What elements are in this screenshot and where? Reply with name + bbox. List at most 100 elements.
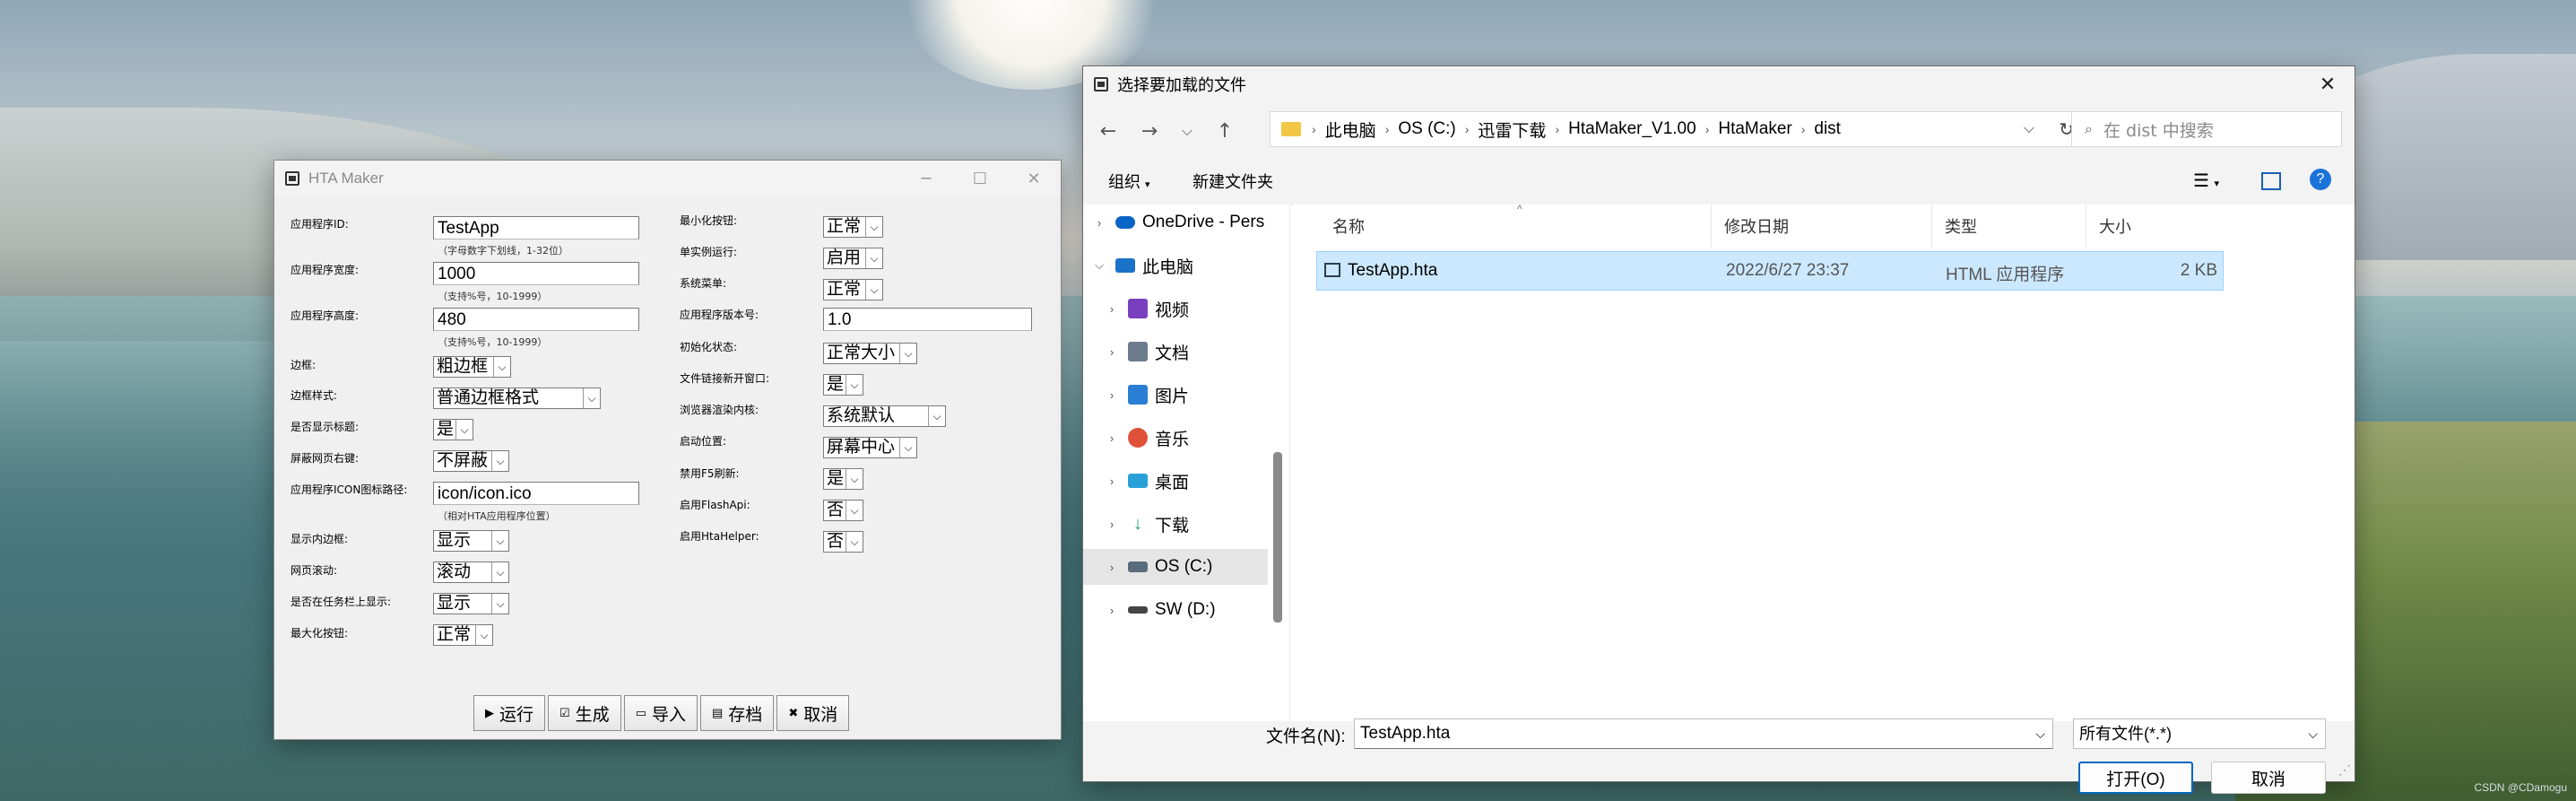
- chevron-down-icon: ⌵: [865, 217, 882, 237]
- breadcrumb-item[interactable]: HtaMaker_V1.00: [1568, 119, 1696, 139]
- maximize-button-label: 最大化按钮:: [291, 627, 349, 640]
- back-arrow-icon[interactable]: ←: [1092, 115, 1124, 147]
- breadcrumb-item[interactable]: OS (C:): [1398, 119, 1455, 139]
- music-icon: [1128, 428, 1148, 448]
- chevron-down-icon: ⌵: [928, 406, 945, 426]
- recent-chevron-icon[interactable]: ⌵: [1171, 115, 1203, 147]
- system-menu-select[interactable]: 正常 ⌵: [823, 279, 883, 300]
- drive-icon: [1128, 606, 1148, 614]
- nav-item-drive-d[interactable]: › SW (D:): [1105, 592, 1302, 628]
- chevron-down-icon: ⌵: [846, 375, 863, 395]
- nav-item-desktop[interactable]: › 桌面: [1105, 463, 1302, 499]
- minimize-icon[interactable]: ─: [899, 161, 953, 196]
- htahelper-select[interactable]: 否 ⌵: [823, 531, 863, 553]
- block-rightclick-select[interactable]: 不屏蔽 ⌵: [433, 450, 509, 472]
- chevron-down-icon[interactable]: ⌵: [2024, 121, 2034, 137]
- border-style-select[interactable]: 普通边框格式 ⌵: [433, 387, 601, 409]
- column-header-name[interactable]: 名称: [1332, 205, 1365, 248]
- app-height-input[interactable]: 480: [433, 308, 639, 331]
- border-style-label: 边框样式:: [291, 389, 338, 402]
- open-button[interactable]: 打开(O): [2078, 762, 2193, 794]
- filename-input[interactable]: TestApp.hta ⌵: [1354, 718, 2053, 749]
- border-label: 边框:: [291, 359, 317, 371]
- inner-border-select[interactable]: 显示 ⌵: [433, 530, 509, 552]
- minimize-button-select[interactable]: 正常 ⌵: [823, 216, 883, 238]
- close-icon[interactable]: ✕: [1007, 161, 1061, 196]
- organize-menu[interactable]: 组织 ▾: [1108, 170, 1150, 193]
- maximize-button-select[interactable]: 正常 ⌵: [433, 624, 493, 646]
- breadcrumb-item[interactable]: HtaMaker: [1718, 119, 1791, 139]
- preview-pane-icon[interactable]: [2261, 172, 2281, 190]
- engine-label: 浏览器渲染内核:: [680, 404, 759, 416]
- chevron-right-icon: ›: [1097, 215, 1102, 230]
- breadcrumb-item[interactable]: 迅雷下载: [1478, 118, 1546, 142]
- desktop-icon: [1128, 474, 1148, 488]
- chevron-down-icon[interactable]: ⌵: [2035, 719, 2045, 748]
- disable-f5-select[interactable]: 是 ⌵: [823, 468, 863, 490]
- single-instance-select[interactable]: 启用 ⌵: [823, 248, 883, 269]
- version-label: 应用程序版本号:: [680, 309, 759, 321]
- breadcrumb-item[interactable]: dist: [1814, 119, 1841, 139]
- close-icon[interactable]: ✕: [2301, 66, 2355, 102]
- computer-icon: [1115, 258, 1135, 273]
- app-id-input[interactable]: TestApp: [433, 216, 639, 239]
- up-arrow-icon[interactable]: ↑: [1209, 115, 1241, 147]
- nav-item-this-pc[interactable]: ⌵ 此电脑: [1092, 248, 1289, 283]
- chevron-down-icon: ⌵: [1095, 258, 1104, 272]
- dialog-cancel-button[interactable]: 取消: [2211, 762, 2326, 794]
- chevron-down-icon: ⌵: [846, 501, 863, 520]
- taskbar-select[interactable]: 显示 ⌵: [433, 593, 509, 614]
- file-size: 2 KB: [2180, 261, 2217, 280]
- show-title-select[interactable]: 是 ⌵: [433, 419, 473, 440]
- maximize-icon[interactable]: ☐: [953, 161, 1007, 196]
- import-button[interactable]: ▭ 导入: [623, 695, 698, 731]
- chevron-down-icon: ⌵: [846, 469, 863, 489]
- column-divider[interactable]: [1711, 205, 1712, 248]
- filetype-select[interactable]: 所有文件(*.*) ⌵: [2073, 718, 2326, 749]
- new-window-select[interactable]: 是 ⌵: [823, 374, 863, 396]
- search-input[interactable]: ⌕ 在 dist 中搜索: [2071, 111, 2342, 147]
- breadcrumb-item[interactable]: 此电脑: [1325, 118, 1376, 142]
- nav-item-documents[interactable]: › 文档: [1105, 334, 1302, 370]
- resize-grip-icon[interactable]: ⋰: [2338, 762, 2351, 778]
- nav-item-onedrive[interactable]: › OneDrive - Pers: [1092, 205, 1289, 240]
- column-header-date[interactable]: 修改日期: [1724, 205, 1789, 248]
- icon-path-input[interactable]: icon/icon.ico: [433, 482, 639, 505]
- cancel-button[interactable]: ✖ 取消: [776, 695, 850, 731]
- build-button[interactable]: ☑ 生成: [548, 695, 621, 731]
- forward-arrow-icon[interactable]: →: [1133, 115, 1166, 147]
- column-header-type[interactable]: 类型: [1945, 205, 1977, 248]
- init-state-label: 初始化状态:: [680, 341, 738, 353]
- system-menu-label: 系统菜单:: [680, 277, 727, 290]
- version-input[interactable]: 1.0: [823, 308, 1032, 331]
- new-folder-button[interactable]: 新建文件夹: [1193, 170, 1273, 193]
- scroll-select[interactable]: 滚动 ⌵: [433, 562, 509, 583]
- show-title-label: 是否显示标题:: [291, 421, 360, 433]
- nav-item-pictures[interactable]: › 图片: [1105, 377, 1302, 413]
- help-icon[interactable]: ?: [2310, 169, 2331, 190]
- disable-f5-label: 禁用F5刷新:: [680, 467, 740, 480]
- nav-scrollbar[interactable]: [1273, 452, 1282, 623]
- block-rightclick-label: 屏蔽网页右键:: [291, 452, 360, 465]
- chevron-right-icon: ›: [1109, 387, 1115, 402]
- address-bar[interactable]: › 此电脑 › OS (C:) › 迅雷下载 › HtaMaker_V1.00 …: [1270, 111, 2086, 147]
- start-position-select[interactable]: 屏幕中心 ⌵: [823, 437, 917, 458]
- nav-item-videos[interactable]: › 视频: [1105, 291, 1302, 326]
- column-header-size[interactable]: 大小: [2099, 205, 2131, 248]
- view-options-icon[interactable]: ☰ ▾: [2193, 170, 2219, 192]
- flash-api-select[interactable]: 否 ⌵: [823, 500, 863, 521]
- dialog-titlebar[interactable]: 选择要加载的文件: [1083, 66, 2355, 102]
- column-divider[interactable]: [1931, 205, 1932, 248]
- nav-item-drive-c[interactable]: › OS (C:): [1083, 549, 1268, 585]
- run-button[interactable]: ▶ 运行: [473, 695, 546, 731]
- border-select[interactable]: 粗边框 ⌵: [433, 356, 511, 378]
- app-width-input[interactable]: 1000: [433, 262, 639, 285]
- play-icon: ▶: [485, 706, 494, 719]
- engine-select[interactable]: 系统默认 ⌵: [823, 405, 946, 427]
- drive-icon: [1128, 562, 1148, 572]
- nav-item-music[interactable]: › 音乐: [1105, 420, 1302, 456]
- init-state-select[interactable]: 正常大小 ⌵: [823, 343, 917, 364]
- nav-item-downloads[interactable]: › ↓ 下载: [1105, 506, 1302, 542]
- save-button[interactable]: ▤ 存档: [700, 695, 775, 731]
- file-row[interactable]: TestApp.hta 2022/6/27 23:37 HTML 应用程序 2 …: [1316, 251, 2224, 291]
